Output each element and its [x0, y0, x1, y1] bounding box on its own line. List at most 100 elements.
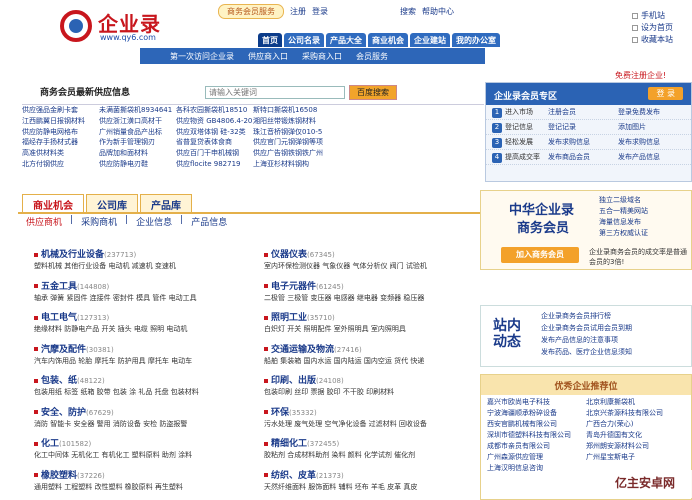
category-subitems[interactable]: 二极管 三极管 变压器 电感器 继电器 变频器 稳压器 — [264, 293, 484, 303]
member-action[interactable]: 注册会员 — [548, 107, 618, 117]
category-subitems[interactable]: 胶粘剂 合成材料助剂 染料 颜料 化学试剂 催化剂 — [264, 450, 484, 460]
subnav-buyer[interactable]: 采购商入口 — [302, 51, 342, 62]
supplier-link[interactable]: 供应强品金刷卡套 — [22, 105, 99, 116]
category-name[interactable]: 化工 — [41, 439, 59, 449]
company-link[interactable]: 青岛升德国有文化 — [586, 430, 685, 441]
login-link[interactable]: 登录 — [312, 6, 328, 17]
news-link[interactable]: 企业录商务会员试用会员到期 — [541, 322, 632, 334]
supplier-link[interactable]: 福经存手扬材式器 — [22, 137, 99, 148]
service-link[interactable]: 商务会员服务 — [218, 3, 284, 19]
free-register-link[interactable]: 免费注册企业! — [615, 70, 666, 81]
category-name[interactable]: 汽摩及配件 — [41, 345, 86, 355]
category-subitems[interactable]: 化工中间体 无机化工 有机化工 塑料原料 助剂 涂料 — [34, 450, 254, 460]
category-subitems[interactable]: 包装印刷 丝印 票据 胶印 不干胶 印刷材料 — [264, 387, 484, 397]
category-name[interactable]: 仪器仪表 — [271, 250, 307, 260]
tab-products[interactable]: 产品库 — [140, 194, 192, 212]
supplier-link[interactable]: 湘阳丝带锻炼钢材料 — [253, 116, 330, 127]
news-link[interactable]: 企业录商务会员排行榜 — [541, 310, 632, 322]
supplier-link[interactable]: 江西鹏翼日报钢材料 — [22, 116, 99, 127]
nav-companies[interactable]: 公司名录 — [284, 33, 324, 47]
supplier-link[interactable]: 供应浙江潢口高材干 — [99, 116, 176, 127]
category-name[interactable]: 交通运输及物流 — [271, 345, 334, 355]
homepage-link[interactable]: 设为首页 — [641, 22, 673, 34]
company-link[interactable]: 北京兴茶源科技有限公司 — [586, 408, 685, 419]
company-link[interactable]: 北京利康撕袋机 — [586, 397, 685, 408]
company-link[interactable]: 西安官鹏机械有限公司 — [487, 419, 586, 430]
category-name[interactable]: 印刷、出版 — [271, 376, 316, 386]
category-subitems[interactable]: 船舶 集装箱 国内水运 国内陆运 国内空运 货代 快递 — [264, 356, 484, 366]
category-subitems[interactable]: 消防 智能卡 安全器 警用 消防设备 安检 防盗报警 — [34, 419, 254, 429]
supplier-link[interactable]: 上海亚杉材料钢构 — [253, 159, 330, 170]
tab-companies[interactable]: 公司库 — [86, 194, 138, 212]
company-link[interactable]: 成都市亲员有限公司 — [487, 441, 586, 452]
subtab-supply[interactable]: 供应商机 — [26, 215, 62, 228]
member-action[interactable]: 发布商品会员 — [548, 152, 618, 162]
category-name[interactable]: 环保 — [271, 408, 289, 418]
company-link[interactable]: 上海汉明信息咨询 — [487, 463, 586, 474]
vip-benefit[interactable]: 第三方权威认证 — [599, 228, 687, 239]
supplier-link[interactable]: 供应物资 GB4806.4-20 — [176, 116, 253, 127]
supplier-link[interactable]: 北方付钢供应 — [22, 159, 99, 170]
supplier-link[interactable]: 斯特口撕袋机16508 — [253, 105, 330, 116]
help-link[interactable]: 帮助中心 — [422, 6, 454, 17]
company-link[interactable]: 广州星宝斯电子 — [586, 452, 685, 463]
category-subitems[interactable]: 通用塑料 工程塑料 改性塑料 橡胶原料 再生塑料 — [34, 482, 254, 492]
company-link[interactable]: 嘉兴市欧尚电子科技 — [487, 397, 586, 408]
member-action[interactable]: 发布求购信息 — [618, 137, 688, 147]
company-link[interactable]: 宁波海疆顺承粉碎设备 — [487, 408, 586, 419]
category-name[interactable]: 精细化工 — [271, 439, 307, 449]
category-name[interactable]: 机械及行业设备 — [41, 250, 104, 260]
subnav-supplier[interactable]: 供应商入口 — [248, 51, 288, 62]
news-link[interactable]: 发布产品信息的注意事项 — [541, 334, 632, 346]
supplier-link[interactable]: 省普复贷表体食商 — [176, 137, 253, 148]
supplier-link[interactable]: 高准供材料类 — [22, 148, 99, 159]
category-subitems[interactable]: 轴承 弹簧 紧固件 连接件 密封件 模具 管件 电动工具 — [34, 293, 254, 303]
supplier-link[interactable]: 供应防静电刃鞋 — [99, 159, 176, 170]
vip-benefit[interactable]: 海量信息发布 — [599, 217, 687, 228]
supplier-link[interactable]: 各科农园撕袋机18510 — [176, 105, 253, 116]
nav-sitebuilder[interactable]: 企业建站 — [410, 33, 450, 47]
category-subitems[interactable]: 绝缘材料 防静电产品 开关 插头 电缆 照明 电动机 — [34, 324, 254, 334]
bookmark-link[interactable]: 收藏本站 — [641, 34, 673, 46]
supplier-link[interactable]: 供应防静电网格布 — [22, 127, 99, 138]
subtab-company[interactable]: 企业信息 — [136, 215, 172, 228]
category-name[interactable]: 五金工具 — [41, 282, 77, 292]
subtab-purchase[interactable]: 采购商机 — [81, 215, 117, 228]
vip-benefit[interactable]: 五合一精美网站 — [599, 206, 687, 217]
mobile-link[interactable]: 手机站 — [641, 10, 665, 22]
supplier-link[interactable]: 广州销量食品产出标 — [99, 127, 176, 138]
category-subitems[interactable]: 白炽灯 开关 照明配件 室外照明具 室内照明具 — [264, 324, 484, 334]
category-subitems[interactable]: 室内环保检测仪器 气象仪器 气体分析仪 阀门 试验机 — [264, 261, 484, 271]
baidu-search-button[interactable]: 百度搜索 — [349, 85, 397, 100]
login-button[interactable]: 登 录 — [648, 87, 683, 100]
supplier-link[interactable]: 珠江音桥钢弹仅010-5 — [253, 127, 330, 138]
supplier-link[interactable]: 未满菌撕袋机8934641 — [99, 105, 176, 116]
keyword-input[interactable] — [205, 86, 345, 99]
member-action[interactable]: 添加图片 — [618, 122, 688, 132]
join-vip-button[interactable]: 加入商务会员 — [501, 247, 579, 263]
category-name[interactable]: 电子元器件 — [271, 282, 316, 292]
tab-opportunities[interactable]: 商业机会 — [22, 194, 84, 212]
category-name[interactable]: 包装、纸 — [41, 376, 77, 386]
company-link[interactable]: 郑州朗安源材料公司 — [586, 441, 685, 452]
member-action[interactable]: 登录免费发布 — [618, 107, 688, 117]
search-link[interactable]: 搜索 — [400, 6, 416, 17]
category-subitems[interactable]: 塑料机械 其他行业设备 电动机 减速机 变速机 — [34, 261, 254, 271]
member-action[interactable]: 发布求购信息 — [548, 137, 618, 147]
nav-office[interactable]: 我的办公室 — [452, 33, 500, 47]
nav-products[interactable]: 产品大全 — [326, 33, 366, 47]
company-link[interactable]: 广州森源供应管理 — [487, 452, 586, 463]
member-action[interactable]: 登记记录 — [548, 122, 618, 132]
subnav-first[interactable]: 第一次访问企业录 — [170, 51, 234, 62]
supplier-link[interactable]: 供应双塔体钢 硅-32类 — [176, 127, 253, 138]
category-name[interactable]: 照明工业 — [271, 313, 307, 323]
supplier-link[interactable]: 品牌加和面材料 — [99, 148, 176, 159]
supplier-link[interactable]: 供应flocite 982719 — [176, 159, 253, 170]
category-subitems[interactable]: 汽车内饰用品 轮胎 摩托车 防护用具 摩托车 电动车 — [34, 356, 254, 366]
category-name[interactable]: 安全、防护 — [41, 408, 86, 418]
category-name[interactable]: 橡胶塑料 — [41, 471, 77, 481]
category-subitems[interactable]: 天然纤维面料 服饰面料 辅料 坯布 羊毛 皮革 真皮 — [264, 482, 484, 492]
company-link[interactable]: 深圳市德塑料科技有限公司 — [487, 430, 586, 441]
vip-benefit[interactable]: 独立二级域名 — [599, 195, 687, 206]
news-link[interactable]: 发布药品、医疗企业信息须知 — [541, 346, 632, 358]
